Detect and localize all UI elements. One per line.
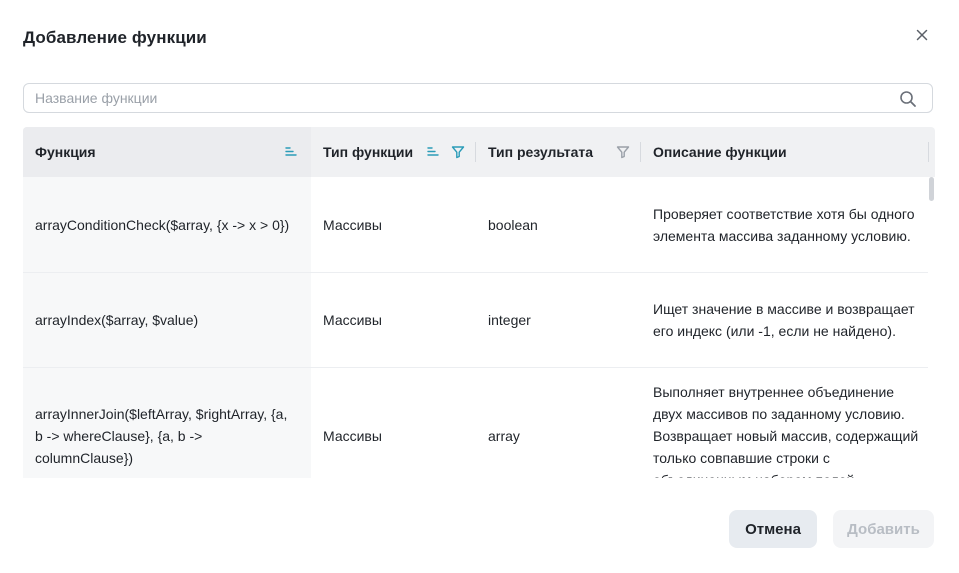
cell-type: Массивы [323,428,382,444]
column-header-function[interactable]: Функция [23,127,311,177]
column-header-description[interactable]: Описание функции [641,127,929,177]
search-box [23,83,933,113]
close-button[interactable] [912,25,932,45]
column-label: Тип функции [323,144,414,160]
table-row[interactable]: arrayIndex($array, $value) Массивы integ… [23,273,928,368]
column-label: Описание функции [653,144,787,160]
cell-result: boolean [488,216,538,233]
add-function-dialog: Добавление функции Функция Тип функции [0,0,959,573]
filter-icon[interactable] [450,144,466,160]
search-input[interactable] [35,84,885,112]
table-header: Функция Тип функции Тип результата Описа… [23,127,935,177]
cell-function: arrayConditionCheck($array, {x -> x > 0}… [35,216,290,233]
column-label: Тип результата [488,144,594,160]
close-icon [916,29,928,41]
cell-description: Ищет значение в массиве и возвращает его… [653,301,915,339]
cell-type: Массивы [323,216,382,233]
add-button[interactable]: Добавить [833,510,934,548]
sort-icon[interactable] [283,144,299,160]
cell-function: arrayInnerJoin($leftArray, $rightArray, … [35,406,288,466]
table-row[interactable]: arrayConditionCheck($array, {x -> x > 0}… [23,177,928,273]
dialog-title: Добавление функции [23,28,207,47]
cancel-button[interactable]: Отмена [729,510,817,548]
scrollbar-thumb[interactable] [929,177,934,201]
cell-function: arrayIndex($array, $value) [35,312,199,328]
column-label: Функция [35,144,96,160]
cell-type: Массивы [323,312,382,328]
cell-result: array [488,428,520,444]
functions-table: Функция Тип функции Тип результата Описа… [23,127,935,478]
sort-icon[interactable] [425,144,441,160]
scrollbar-track[interactable] [928,177,935,478]
cell-description: Выполняет внутреннее объединение двух ма… [653,384,919,478]
search-icon[interactable] [899,90,917,108]
filter-icon[interactable] [615,144,631,160]
cell-result: integer [488,312,531,328]
cell-description: Проверяет соответствие хотя бы одного эл… [653,205,915,244]
table-row[interactable]: arrayInnerJoin($leftArray, $rightArray, … [23,368,928,478]
